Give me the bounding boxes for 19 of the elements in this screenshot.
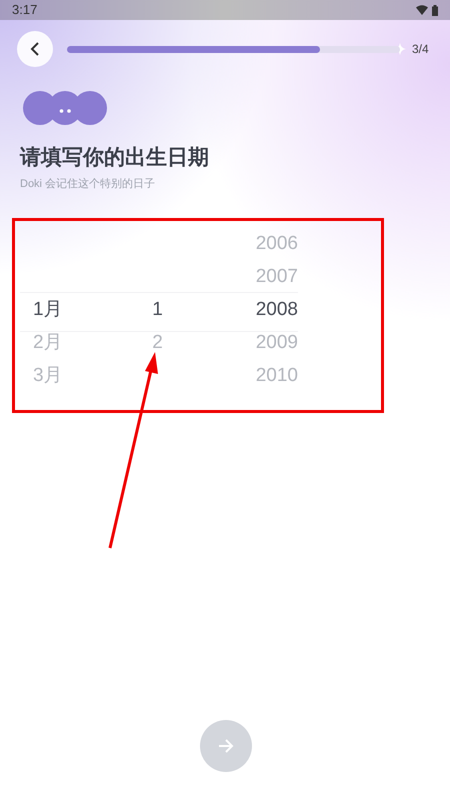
page-title: 请填写你的出生日期 xyxy=(20,145,210,171)
picker-option[interactable]: 2009 xyxy=(205,326,298,360)
picker-option[interactable]: 2006 xyxy=(205,228,298,262)
picker-option[interactable]: 2008 xyxy=(205,294,298,328)
arrow-right-icon xyxy=(218,739,234,753)
step-counter: 3/4 xyxy=(412,41,429,58)
back-icon xyxy=(29,41,41,57)
back-button[interactable] xyxy=(17,31,53,67)
picker-option[interactable]: 1月 xyxy=(20,294,110,328)
wifi-icon xyxy=(416,5,428,15)
picker-option[interactable]: 1 xyxy=(110,294,205,328)
battery-icon xyxy=(432,4,438,16)
picker-option[interactable]: 2010 xyxy=(205,360,298,394)
picker-option[interactable]: 2月 xyxy=(20,326,110,360)
picker-option[interactable]: 2 xyxy=(110,326,205,360)
status-time: 3:17 xyxy=(12,1,38,20)
picker-option[interactable]: 3月 xyxy=(20,360,110,394)
picker-option[interactable]: 2007 xyxy=(205,260,298,294)
page-subtitle: Doki 会记住这个特别的日子 xyxy=(20,176,156,192)
